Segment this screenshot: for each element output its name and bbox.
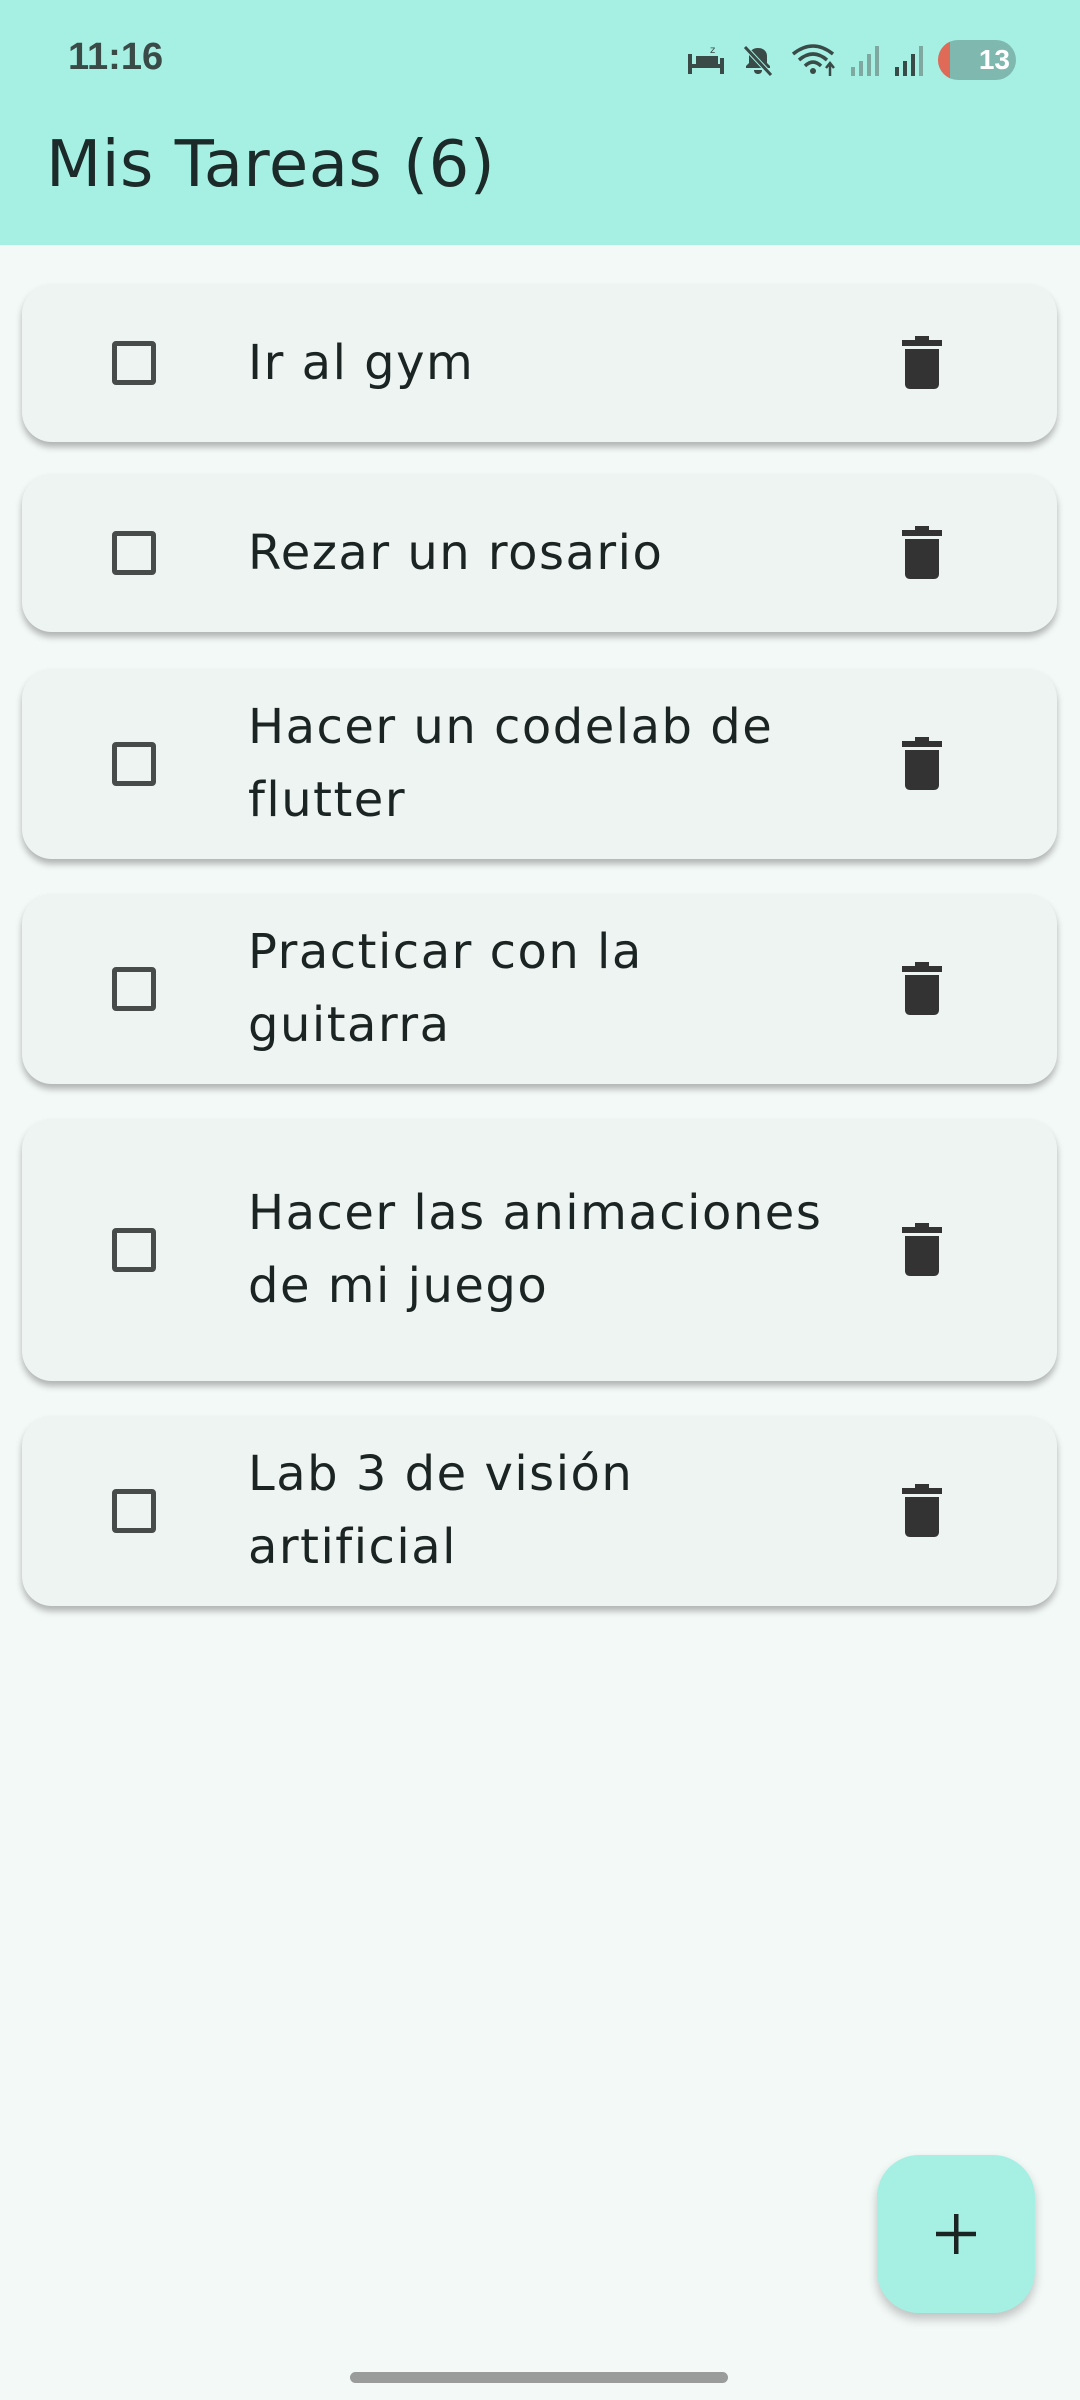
mute-icon	[743, 45, 773, 77]
wifi-icon	[791, 44, 835, 76]
task-title: Hacer un codelab de flutter	[248, 699, 774, 828]
delete-button[interactable]	[892, 954, 952, 1024]
trash-icon	[902, 1223, 942, 1276]
sleep-icon: z	[688, 45, 724, 74]
svg-text:z: z	[710, 45, 715, 56]
delete-button[interactable]	[892, 518, 952, 588]
delete-button[interactable]	[892, 328, 952, 398]
task-title: Hacer las animaciones de mi juego	[248, 1185, 823, 1314]
trash-icon	[902, 1484, 942, 1537]
task-checkbox[interactable]	[112, 967, 156, 1011]
task-title: Ir al gym	[248, 334, 475, 391]
delete-button[interactable]	[892, 1476, 952, 1546]
task-card: Lab 3 de visión artificial	[22, 1416, 1057, 1606]
task-checkbox[interactable]	[112, 1489, 156, 1533]
task-title: Rezar un rosario	[248, 524, 664, 581]
page-title: Mis Tareas (6)	[46, 128, 496, 202]
task-card: Practicar con la guitarra	[22, 894, 1057, 1084]
status-time: 11:16	[68, 36, 164, 78]
battery-level: 13	[978, 44, 1010, 75]
signal-icon	[851, 46, 879, 76]
delete-button[interactable]	[892, 729, 952, 799]
trash-icon	[902, 962, 942, 1015]
task-card: Rezar un rosario	[22, 474, 1057, 632]
task-checkbox[interactable]	[112, 341, 156, 385]
task-checkbox[interactable]	[112, 1228, 156, 1272]
task-title: Lab 3 de visión artificial	[248, 1446, 634, 1575]
add-icon	[936, 2214, 976, 2254]
task-card: Hacer las animaciones de mi juego	[22, 1119, 1057, 1381]
app-bar: 11:16 z 13 Mis Tareas (6)	[0, 0, 1080, 245]
status-icons: z 13	[686, 36, 1016, 84]
task-title: Practicar con la guitarra	[248, 924, 643, 1053]
task-checkbox[interactable]	[112, 531, 156, 575]
trash-icon	[902, 526, 942, 579]
add-task-button[interactable]	[877, 2155, 1035, 2313]
trash-icon	[902, 737, 942, 790]
task-card: Hacer un codelab de flutter	[22, 669, 1057, 859]
task-card: Ir al gym	[22, 284, 1057, 442]
home-indicator[interactable]	[350, 2372, 728, 2383]
task-checkbox[interactable]	[112, 742, 156, 786]
battery-icon: 13	[938, 40, 1016, 80]
delete-button[interactable]	[892, 1215, 952, 1285]
trash-icon	[902, 336, 942, 389]
signal-icon	[895, 46, 923, 76]
